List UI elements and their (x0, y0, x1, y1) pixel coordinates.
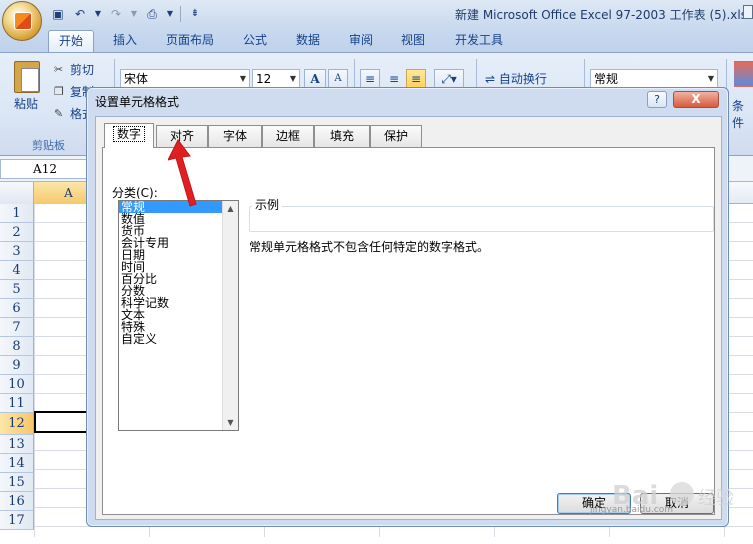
office-logo-icon (14, 12, 32, 30)
row-header[interactable]: 5 (0, 280, 34, 299)
tab-review[interactable]: 审阅 (340, 30, 382, 52)
align-top-button[interactable]: ≡ (360, 69, 380, 89)
wrap-text-label: 自动换行 (498, 72, 547, 86)
undo-dropdown-icon[interactable]: ▼ (94, 6, 102, 22)
redo-icon[interactable]: ↷ (108, 6, 124, 22)
tab-developer[interactable]: 开发工具 (446, 30, 512, 52)
chevron-down-icon: ▼ (707, 74, 714, 83)
baidu-watermark-icon: Bai 经验 (612, 481, 734, 511)
annotation-arrow-icon (168, 139, 197, 207)
row-header[interactable]: 15 (0, 473, 34, 492)
row-header[interactable]: 17 (0, 511, 34, 530)
row-header[interactable]: 7 (0, 318, 34, 337)
brush-icon: ✎ (54, 106, 64, 120)
category-list[interactable]: 常规 数值 货币 会计专用 日期 时间 百分比 分数 科学记数 文本 特殊 自定… (118, 200, 239, 431)
paste-button-label[interactable]: 粘贴 (14, 95, 38, 112)
font-name-value: 宋体 (124, 72, 149, 86)
row-header[interactable]: 1 (0, 204, 34, 223)
tab-data[interactable]: 数据 (287, 30, 329, 52)
tab-number-label: 数字 (112, 126, 146, 142)
tab-insert[interactable]: 插入 (104, 30, 146, 52)
undo-icon[interactable]: ↶ (72, 6, 88, 22)
chevron-down-icon: ▼ (239, 74, 246, 83)
chevron-down-icon: ▼ (289, 74, 296, 83)
orientation-icon: ⤢▾ (441, 72, 457, 86)
clipboard-group-label: 剪贴板 (32, 139, 65, 152)
scissors-icon: ✂ (54, 62, 64, 76)
category-description: 常规单元格格式不包含任何特定的数字格式。 (249, 240, 490, 254)
active-cell-a12[interactable] (34, 411, 94, 433)
tab-view[interactable]: 视图 (392, 30, 434, 52)
wrap-text-button[interactable]: ⇌ 自动换行 (484, 69, 574, 89)
quick-access-toolbar: ▣ ↶ ▼ ↷ ▼ ⎙ ▼ ⇟ (46, 4, 203, 24)
font-size-combo[interactable]: 12 ▼ (252, 69, 300, 89)
shrink-font-button[interactable]: A (328, 69, 348, 89)
save-icon[interactable]: ▣ (50, 6, 66, 22)
row-header[interactable]: 16 (0, 492, 34, 511)
print-preview-dropdown-icon[interactable]: ▼ (166, 6, 174, 22)
align-bottom-button[interactable]: ≡ (406, 69, 426, 89)
name-box[interactable]: A12 (0, 159, 90, 179)
category-scrollbar[interactable]: ▲ ▼ (222, 201, 238, 430)
conditional-format-label[interactable]: 条件 (732, 97, 753, 131)
svg-text:经验: 经验 (698, 488, 734, 509)
row-header-selected[interactable]: 12 (0, 413, 34, 435)
font-size-value: 12 (256, 72, 272, 86)
tab-page-layout[interactable]: 页面布局 (158, 30, 222, 52)
scroll-down-icon[interactable]: ▼ (223, 415, 238, 430)
align-top-icon: ≡ (364, 72, 376, 86)
align-middle-icon: ≡ (388, 72, 400, 86)
watermark-url: jingyan.baidu.com (590, 505, 674, 515)
font-name-combo[interactable]: 宋体 ▼ (120, 69, 250, 89)
dialog-title: 设置单元格格式 (95, 95, 180, 109)
row-header[interactable]: 4 (0, 261, 34, 280)
help-button[interactable]: ? (647, 91, 667, 108)
align-bottom-icon: ≡ (410, 72, 422, 86)
orientation-button[interactable]: ⤢▾ (434, 69, 464, 89)
copy-icon: ❐ (54, 84, 64, 98)
qat-separator (180, 6, 181, 22)
tab-protection[interactable]: 保护 (370, 125, 422, 147)
sample-groupbox (249, 206, 714, 232)
category-item[interactable]: 自定义 (119, 333, 238, 345)
tab-home[interactable]: 开始 (48, 30, 94, 52)
tab-border[interactable]: 边框 (262, 125, 314, 147)
row-headers: 1 2 3 4 5 6 7 8 9 10 11 12 13 14 15 16 1… (0, 204, 34, 544)
ribbon-tab-bar: 开始 插入 页面布局 公式 数据 审阅 视图 开发工具 (0, 28, 753, 52)
close-button[interactable]: X (673, 91, 719, 108)
row-header[interactable]: 6 (0, 299, 34, 318)
wrap-text-icon: ⇌ (485, 72, 496, 86)
align-middle-button[interactable]: ≡ (384, 69, 404, 89)
cut-label: 剪切 (70, 63, 95, 77)
customize-qat-icon[interactable]: ⇟ (187, 6, 203, 22)
minimize-button-partial[interactable] (743, 5, 753, 19)
sample-label: 示例 (252, 196, 283, 213)
redo-dropdown-icon[interactable]: ▼ (130, 6, 138, 22)
row-header[interactable]: 9 (0, 356, 34, 375)
tab-number[interactable]: 数字 (104, 123, 154, 148)
row-header[interactable]: 2 (0, 223, 34, 242)
tab-fill[interactable]: 填充 (314, 125, 370, 147)
row-header[interactable]: 13 (0, 435, 34, 454)
row-header[interactable]: 3 (0, 242, 34, 261)
row-header[interactable]: 10 (0, 375, 34, 394)
conditional-format-icon[interactable] (734, 61, 753, 87)
paste-icon[interactable] (14, 61, 40, 93)
print-preview-icon[interactable]: ⎙ (144, 6, 160, 22)
cut-button[interactable]: ✂ 剪切 (54, 61, 94, 78)
tab-formulas[interactable]: 公式 (234, 30, 276, 52)
category-label: 分类(C): (112, 186, 158, 200)
office-button[interactable] (2, 1, 42, 41)
row-header[interactable]: 8 (0, 337, 34, 356)
grow-font-button[interactable]: A (304, 69, 326, 89)
row-header[interactable]: 14 (0, 454, 34, 473)
tab-font[interactable]: 字体 (208, 125, 262, 147)
scroll-up-icon[interactable]: ▲ (223, 201, 238, 216)
number-format-value: 常规 (594, 72, 619, 86)
title-bar: ▣ ↶ ▼ ↷ ▼ ⎙ ▼ ⇟ 新建 Microsoft Office Exce… (0, 0, 753, 41)
select-all-corner[interactable] (0, 182, 34, 204)
row-header[interactable]: 11 (0, 394, 34, 413)
window-title: 新建 Microsoft Office Excel 97-2003 工作表 (5… (455, 8, 747, 22)
number-format-combo[interactable]: 常规 ▼ (590, 69, 718, 89)
